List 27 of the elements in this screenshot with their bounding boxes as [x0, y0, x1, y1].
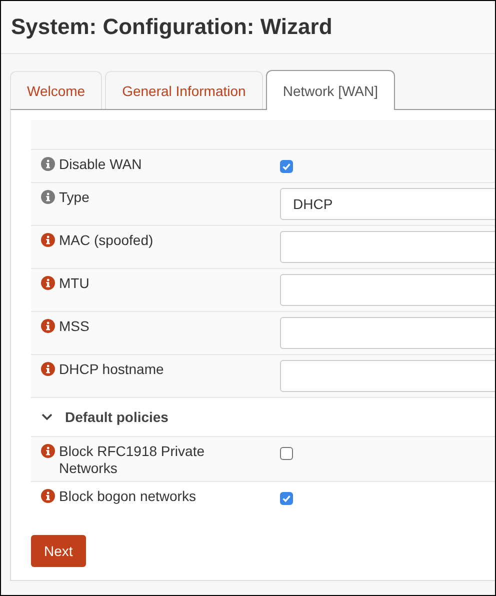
tab[interactable]: General Information [105, 71, 263, 109]
tab[interactable]: Network [WAN] [266, 70, 395, 110]
checkbox[interactable] [280, 492, 293, 505]
chevron-icon[interactable] [41, 411, 53, 423]
field-label: DHCP hostname [59, 361, 164, 378]
select-field[interactable]: DHCP [280, 188, 495, 220]
info-icon[interactable] [41, 233, 55, 247]
checkbox[interactable] [280, 160, 293, 173]
field-label: Block bogon networks [59, 488, 196, 505]
page-title: System: Configuration: Wizard [11, 14, 332, 40]
field-label: MTU [59, 275, 90, 292]
field-label: MAC (spoofed) [59, 232, 154, 249]
tab[interactable]: Welcome [10, 71, 102, 109]
info-icon[interactable] [41, 157, 55, 171]
field-label: Type [59, 189, 90, 206]
info-icon[interactable] [41, 362, 55, 376]
checkbox[interactable] [280, 447, 293, 460]
info-icon[interactable] [41, 444, 55, 458]
info-icon[interactable] [41, 190, 55, 204]
info-icon[interactable] [41, 276, 55, 290]
info-icon[interactable] [41, 319, 55, 333]
info-icon[interactable] [41, 489, 55, 503]
field-label: Block RFC1918 Private Networks [59, 443, 206, 477]
next-button[interactable]: Next [31, 535, 86, 567]
field-label: Disable WAN [59, 156, 142, 173]
field-label: MSS [59, 318, 90, 335]
section-title: Default policies [65, 409, 168, 425]
